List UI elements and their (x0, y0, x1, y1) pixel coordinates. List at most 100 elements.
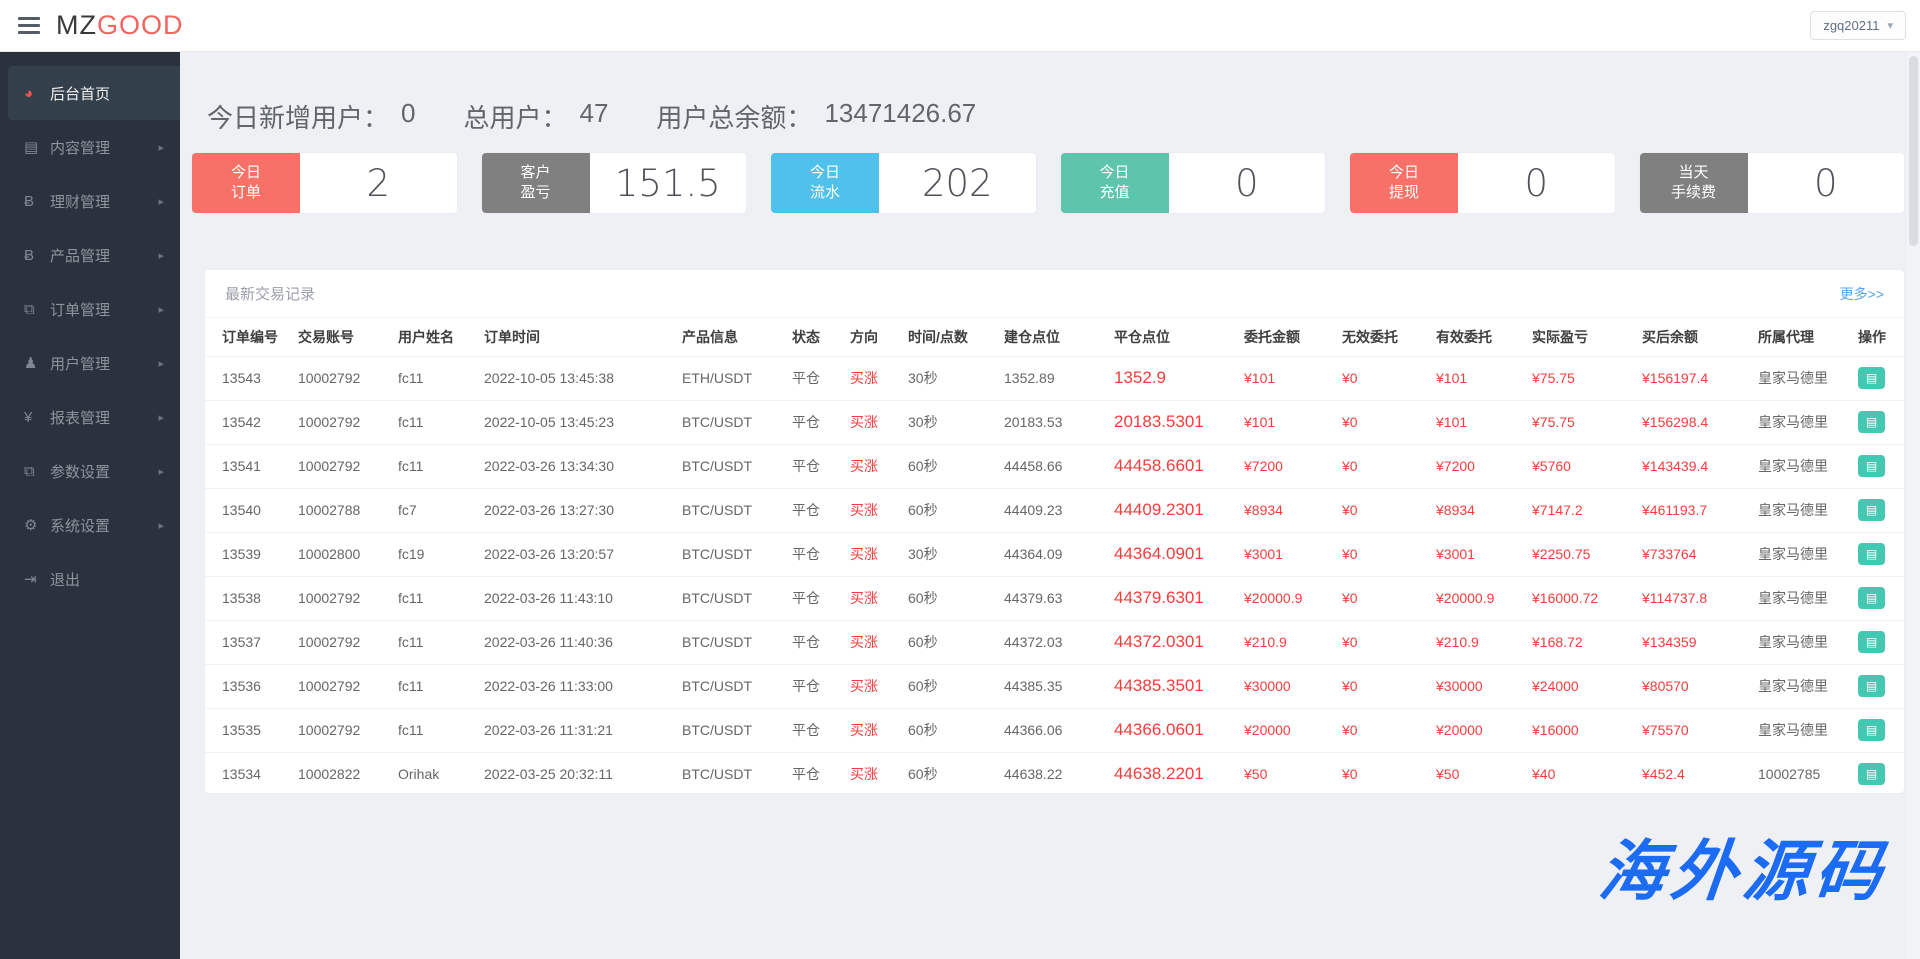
view-order-button[interactable]: ▤ (1858, 675, 1885, 697)
user-icon: ♟ (24, 355, 38, 372)
cell-account: 10002792 (281, 619, 381, 664)
column-header: 方向 (850, 328, 878, 345)
cell-agent: 皇家马德里 (1741, 355, 1841, 400)
cell-period: 60秒 (891, 663, 987, 708)
cell-direction: 买涨 (833, 751, 891, 796)
sidebar-item-system-settings[interactable]: ⚙ 系统设置 ▸ (0, 498, 180, 552)
cell-account: 10002788 (281, 487, 381, 532)
table-row: 13541 10002792 fc11 2022-03-26 13:34:30 … (205, 443, 1905, 488)
cell-status: 平仓 (775, 355, 833, 400)
cell-status: 平仓 (775, 663, 833, 708)
cell-account: 10002822 (281, 751, 381, 796)
table-row: 13540 10002788 fc7 2022-03-26 13:27:30 B… (205, 487, 1905, 532)
sidebar-item-parameters[interactable]: ⧉ 参数设置 ▸ (0, 444, 180, 498)
cell-agent: 皇家马德里 (1741, 575, 1841, 620)
card-value: 0 (1813, 161, 1838, 205)
scrollbar-thumb[interactable] (1909, 56, 1918, 246)
sidebar-item-finance[interactable]: Ƀ 理财管理 ▸ (0, 174, 180, 228)
menu-icon[interactable] (18, 17, 40, 34)
card-label: 客户 盈亏 (481, 153, 590, 213)
cell-status: 平仓 (775, 707, 833, 752)
chevron-right-icon: ▸ (158, 411, 164, 424)
card-value: 151.5 (614, 161, 721, 205)
cell-account: 10002792 (281, 707, 381, 752)
cell-valid-amount: ¥210.9 (1419, 619, 1515, 664)
cell-order-time: 2022-10-05 13:45:38 (467, 355, 665, 400)
chevron-right-icon: ▸ (158, 141, 164, 154)
cell-status: 平仓 (775, 399, 833, 444)
bitcoin-icon: Ƀ (24, 246, 35, 264)
cell-actual-pnl: ¥5760 (1515, 443, 1625, 488)
column-header: 平仓点位 (1114, 328, 1170, 345)
cell-period: 60秒 (891, 487, 987, 532)
cell-direction: 买涨 (833, 707, 891, 752)
chevron-right-icon: ▸ (158, 303, 164, 316)
view-order-button[interactable]: ▤ (1858, 499, 1885, 521)
view-order-button[interactable]: ▤ (1858, 411, 1885, 433)
cell-open-price: 44409.23 (987, 487, 1097, 532)
cell-direction: 买涨 (833, 443, 891, 488)
column-header: 状态 (792, 328, 820, 345)
stat-total-balance-value: 13471426.67 (824, 98, 977, 128)
view-order-button[interactable]: ▤ (1858, 543, 1885, 565)
order-detail-icon: ▤ (1865, 415, 1878, 429)
more-link[interactable]: 更多>> (1840, 284, 1884, 304)
cell-period: 60秒 (891, 707, 987, 752)
cell-username: fc11 (381, 707, 467, 752)
view-order-button[interactable]: ▤ (1858, 367, 1885, 389)
cell-username: fc19 (381, 531, 467, 576)
view-order-button[interactable]: ▤ (1858, 719, 1885, 741)
cell-order-amount: ¥20000 (1227, 707, 1325, 752)
cell-product: BTC/USDT (665, 751, 775, 796)
table-header-row: 订单编号 交易账号 用户姓名 订单时间 产品信息 状态 方向 时间/点数 建仓点… (205, 318, 1905, 356)
cell-actual-pnl: ¥40 (1515, 751, 1625, 796)
cell-order-amount: ¥7200 (1227, 443, 1325, 488)
cell-actual-pnl: ¥16000 (1515, 707, 1625, 752)
order-detail-icon: ▤ (1865, 591, 1878, 605)
cell-username: fc7 (381, 487, 467, 532)
cell-actual-pnl: ¥16000.72 (1515, 575, 1625, 620)
sidebar-item-logout[interactable]: ⇥ 退出 (0, 552, 180, 606)
cell-close-price: 20183.5301 (1097, 399, 1227, 444)
stat-new-users: 今日新增用户： 0 (207, 98, 416, 133)
cell-actions: ▤ (1841, 619, 1905, 664)
cell-order-amount: ¥20000.9 (1227, 575, 1325, 620)
view-order-button[interactable]: ▤ (1858, 763, 1885, 786)
chevron-right-icon: ▸ (158, 465, 164, 478)
dashboard-icon: ◕ (24, 84, 34, 102)
table-row: 13537 10002792 fc11 2022-03-26 11:40:36 … (205, 619, 1905, 664)
card-today-deposits: 今日 充值 0 (1060, 153, 1325, 213)
sidebar-item-reports[interactable]: ¥ 报表管理 ▸ (0, 390, 180, 444)
cell-account: 10002792 (281, 575, 381, 620)
cell-actual-pnl: ¥168.72 (1515, 619, 1625, 664)
vertical-scrollbar[interactable] (1907, 52, 1920, 959)
card-value: 0 (1524, 161, 1549, 205)
cell-direction: 买涨 (833, 487, 891, 532)
cell-direction: 买涨 (833, 575, 891, 620)
cell-period: 30秒 (891, 531, 987, 576)
cell-period: 60秒 (891, 751, 987, 796)
cell-actions: ▤ (1841, 663, 1905, 708)
sidebar-item-users[interactable]: ♟ 用户管理 ▸ (0, 336, 180, 390)
stat-total-users-value: 47 (579, 98, 609, 128)
view-order-button[interactable]: ▤ (1858, 587, 1885, 609)
cell-order-id: 13541 (205, 443, 281, 488)
cell-actions: ▤ (1841, 531, 1905, 576)
cell-order-id: 13535 (205, 707, 281, 752)
sidebar-item-products[interactable]: Ƀ 产品管理 ▸ (0, 228, 180, 282)
sidebar-item-content[interactable]: ▤ 内容管理 ▸ (0, 120, 180, 174)
view-order-button[interactable]: ▤ (1858, 455, 1885, 477)
table-row: 13542 10002792 fc11 2022-10-05 13:45:23 … (205, 399, 1905, 444)
chevron-right-icon: ▸ (158, 357, 164, 370)
view-order-button[interactable]: ▤ (1858, 631, 1885, 653)
sidebar-item-home[interactable]: ◕ 后台首页 (8, 66, 180, 120)
column-header: 时间/点数 (908, 328, 968, 345)
column-header: 产品信息 (682, 328, 738, 345)
main-content: 今日新增用户： 0 总用户： 47 用户总余额： 13471426.67 今日订… (180, 52, 1920, 959)
user-menu[interactable]: zgq20211 ▾ (1810, 11, 1906, 40)
chevron-down-icon: ▾ (1887, 20, 1893, 32)
card-value: 2 (366, 161, 391, 205)
order-detail-icon: ▤ (1865, 547, 1878, 561)
sidebar-item-orders[interactable]: ⧉ 订单管理 ▸ (0, 282, 180, 336)
cell-product: BTC/USDT (665, 399, 775, 444)
